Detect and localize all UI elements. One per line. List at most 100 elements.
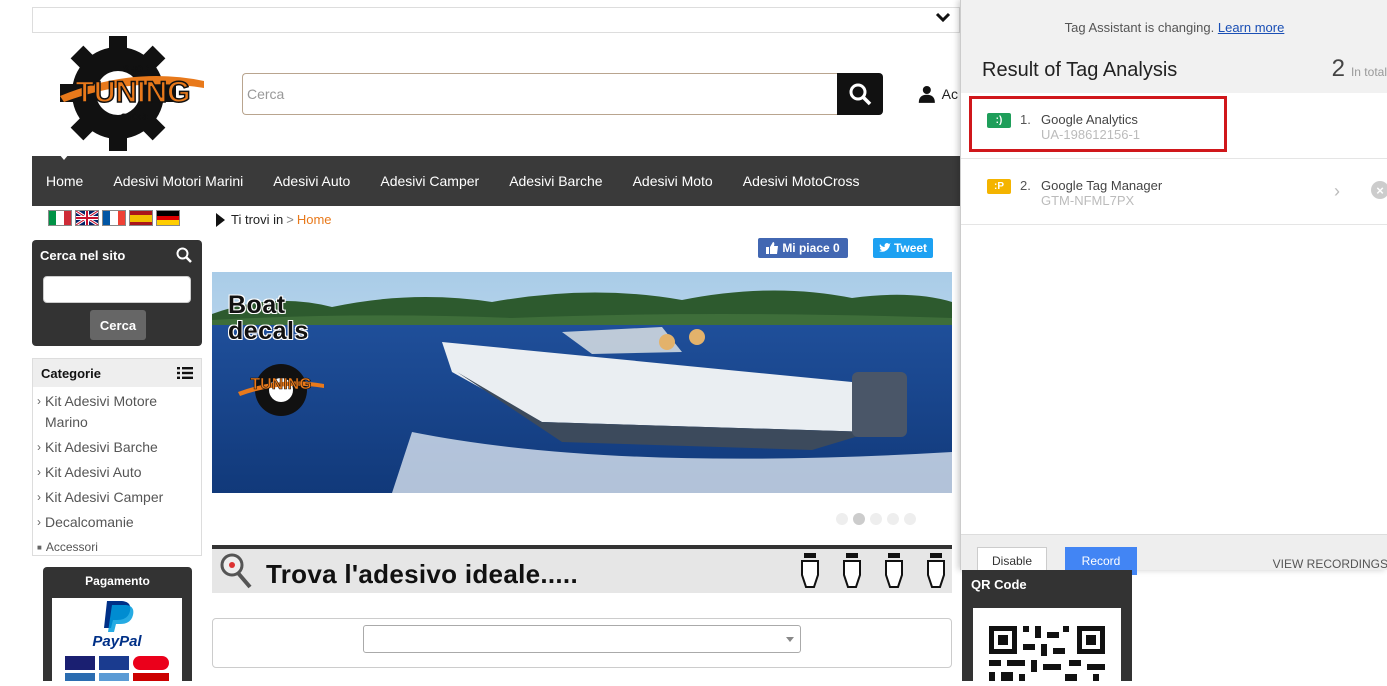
category-label: Kit Adesivi Camper	[45, 489, 164, 505]
category-label: Accessori	[45, 540, 98, 554]
category-label: Kit Adesivi Auto	[45, 464, 142, 480]
svg-text:SHOP: SHOP	[123, 64, 149, 74]
category-item[interactable]: › Decalcomanie	[37, 512, 197, 533]
payment-title: Pagamento	[85, 574, 150, 588]
flag-france-icon[interactable]	[102, 210, 126, 226]
nav-item-adesivi-motocross[interactable]: Adesivi MotoCross	[743, 173, 860, 189]
chevron-right-icon[interactable]: ›	[1334, 181, 1340, 202]
square-bullet-icon: ■	[37, 543, 42, 552]
tag-assistant-panel: Tag Assistant is changing. Learn more Re…	[960, 0, 1387, 575]
mastercard-icon	[133, 656, 169, 670]
category-item[interactable]: › Kit Adesivi Barche	[37, 437, 197, 458]
tweet-button[interactable]: Tweet	[873, 238, 933, 258]
list-icon	[177, 367, 193, 379]
top-bar	[32, 7, 960, 33]
qr-title: QR Code	[971, 577, 1027, 592]
hand-pointing-down-icon	[885, 553, 903, 588]
flag-italy-icon[interactable]	[48, 210, 72, 226]
flag-uk-icon[interactable]	[75, 210, 99, 226]
hand-pointing-down-icon	[927, 553, 945, 588]
chevron-right-icon: ›	[37, 490, 41, 504]
card-icon	[65, 673, 95, 681]
category-item[interactable]: › Kit Adesivi Motore Marino	[37, 391, 197, 433]
carousel-dot[interactable]	[853, 513, 865, 525]
tag-id: GTM-NFML7PX	[1041, 193, 1135, 208]
tag-assistant-footer: Disable Record VIEW RECORDINGS	[961, 534, 1387, 575]
nav-item-home[interactable]: Home	[46, 173, 83, 189]
tag-status-icon: :P	[987, 179, 1011, 194]
carousel-dot[interactable]	[870, 513, 882, 525]
visa-electron-card-icon	[99, 656, 129, 670]
site-search-title: Cerca nel sito	[40, 248, 126, 263]
nav-item-adesivi-moto[interactable]: Adesivi Moto	[633, 173, 713, 189]
dropdown-arrow-icon	[786, 637, 794, 642]
carousel-dots	[836, 513, 916, 525]
tag-count-label: In total	[1350, 65, 1387, 79]
breadcrumb-home-link[interactable]: Home	[297, 212, 332, 227]
banner-line-1: Boat	[228, 291, 286, 319]
find-sticker-text: Trova l'adesivo ideale.....	[266, 559, 578, 589]
caret-down-icon	[59, 154, 69, 160]
payment-methods-image: PayPal	[52, 598, 182, 681]
breadcrumb-prefix: Ti trovi in	[231, 212, 284, 227]
categories-title: Categorie	[41, 365, 101, 381]
carousel-dot[interactable]	[887, 513, 899, 525]
search-button[interactable]	[837, 73, 883, 115]
chevron-down-icon[interactable]	[935, 10, 951, 28]
site-search-input[interactable]	[43, 276, 191, 303]
hero-banner-boat-decals[interactable]: Boat decals TUNING	[212, 272, 952, 493]
error-x-icon[interactable]: ×	[1371, 181, 1387, 199]
thumbs-up-icon	[766, 242, 779, 254]
tag-assistant-notice: Tag Assistant is changing. Learn more	[961, 20, 1387, 35]
visa-card-icon	[65, 656, 95, 670]
nav-item-adesivi-auto[interactable]: Adesivi Auto	[273, 173, 350, 189]
tag-name: Google Tag Manager	[1041, 178, 1163, 193]
triangle-right-icon	[216, 212, 225, 227]
search-placeholder: Cerca	[247, 86, 285, 102]
banner-line-2: decals	[228, 317, 309, 345]
carousel-dot[interactable]	[836, 513, 848, 525]
like-label: Mi piace 0	[782, 241, 840, 255]
site-search-box: Cerca nel sito Cerca	[32, 240, 202, 346]
chevron-right-icon: ›	[37, 440, 41, 454]
search-input[interactable]: Cerca	[242, 73, 838, 115]
result-title: Result of Tag Analysis	[982, 59, 1178, 81]
nav-item-adesivi-camper[interactable]: Adesivi Camper	[380, 173, 479, 189]
banner-logo: TUNING	[238, 354, 324, 424]
account-link[interactable]: Ac	[918, 82, 958, 106]
qr-code-box: QR Code	[962, 570, 1132, 681]
chevron-right-icon: ›	[37, 465, 41, 479]
banner-headline: Boat decals	[228, 292, 309, 344]
tag-row-google-tag-manager[interactable]: :P 2. Google Tag Manager GTM-NFML7PX › ×	[961, 159, 1387, 225]
tag-index: 2.	[1020, 178, 1031, 193]
category-label: Kit Adesivi Motore Marino	[45, 393, 158, 430]
category-label: Decalcomanie	[45, 514, 134, 530]
flag-spain-icon[interactable]	[129, 210, 153, 226]
chevron-right-icon: ›	[37, 515, 41, 529]
logo-text: TUNING	[76, 76, 191, 109]
nav-item-adesivi-barche[interactable]: Adesivi Barche	[509, 173, 602, 189]
paypal-label: PayPal	[92, 633, 142, 650]
maestro-card-icon	[133, 673, 169, 681]
facebook-like-button[interactable]: Mi piace 0	[758, 238, 848, 258]
category-item[interactable]: › Kit Adesivi Auto	[37, 462, 197, 483]
category-label: Kit Adesivi Barche	[45, 439, 158, 455]
highlight-box	[969, 96, 1227, 152]
payment-box: Pagamento PayPal	[43, 567, 192, 681]
banner-logo-text: TUNING	[250, 376, 312, 394]
categories-panel: Categorie › Kit Adesivi Motore Marino › Ki…	[32, 358, 202, 556]
category-item[interactable]: › Kit Adesivi Camper	[37, 487, 197, 508]
view-recordings-link[interactable]: VIEW RECORDINGS	[1273, 557, 1387, 571]
amex-card-icon	[99, 673, 129, 681]
tuning-shop-store-logo[interactable]: TUNING SHOP STORE	[58, 35, 208, 151]
tag-count: 2 In total	[1332, 55, 1387, 83]
sticker-select[interactable]	[363, 625, 801, 653]
search-icon	[176, 247, 192, 268]
carousel-dot[interactable]	[904, 513, 916, 525]
learn-more-link[interactable]: Learn more	[1218, 20, 1284, 35]
site-search-button[interactable]: Cerca	[90, 310, 146, 340]
category-item[interactable]: ■ Accessori	[37, 537, 197, 558]
flag-germany-icon[interactable]	[156, 210, 180, 226]
nav-item-adesivi-motori-marini[interactable]: Adesivi Motori Marini	[113, 173, 243, 189]
search-icon	[849, 83, 872, 106]
